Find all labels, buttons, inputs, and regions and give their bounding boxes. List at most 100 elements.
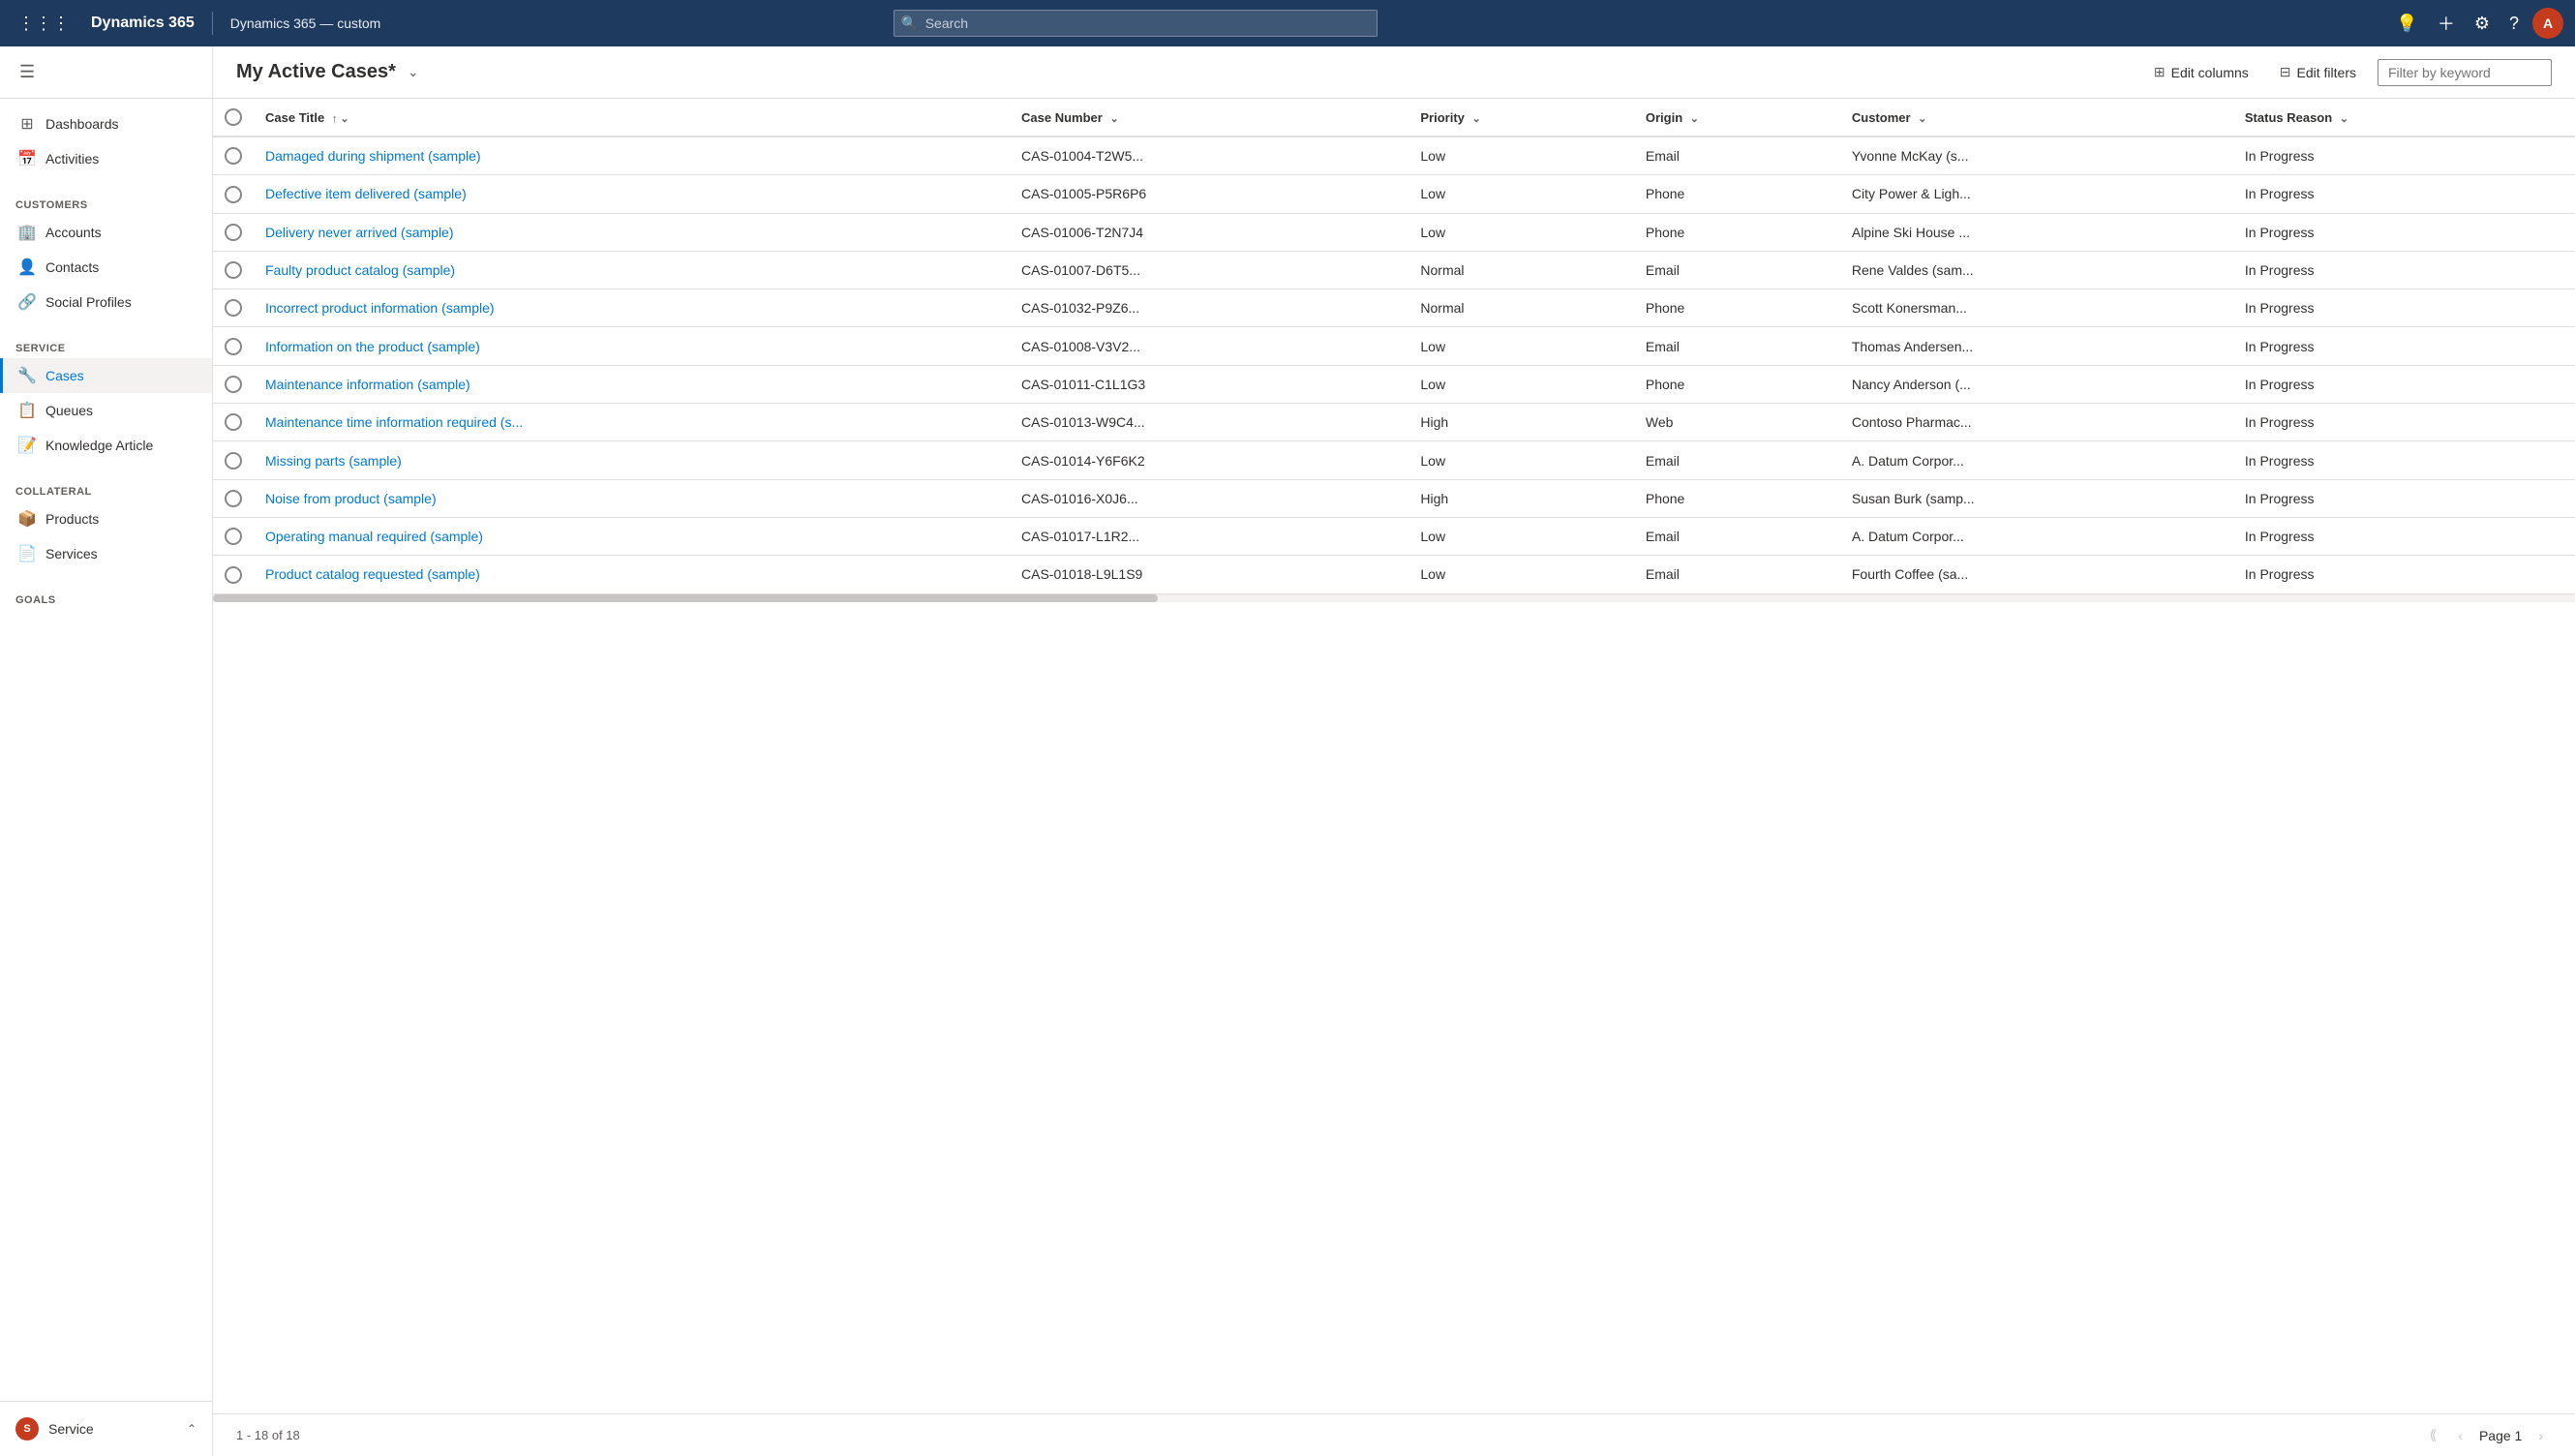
scroll-thumb[interactable] [213,594,1158,602]
sidebar-item-dashboards[interactable]: ⊞ Dashboards [0,106,212,141]
lightbulb-icon-button[interactable]: 💡 [2390,8,2423,40]
row-checkbox-cell[interactable] [213,556,254,593]
sidebar-item-knowledge-article[interactable]: 📝 Knowledge Article [0,428,212,463]
col-case-number[interactable]: Case Number ⌄ [1010,99,1409,136]
table-row[interactable]: Damaged during shipment (sample) CAS-010… [213,136,2575,175]
sidebar-label-services: Services [45,546,98,561]
prev-page-button[interactable]: ‹ [2449,1423,2471,1448]
sidebar-item-activities[interactable]: 📅 Activities [0,141,212,176]
cases-icon: 🔧 [18,366,36,385]
cell-status-reason: In Progress [2233,517,2575,555]
app-grid-icon[interactable]: ⋮⋮⋮ [12,8,76,40]
sidebar-bottom-service[interactable]: S Service ⌃ [0,1410,212,1448]
cell-case-number: CAS-01013-W9C4... [1010,404,1409,441]
cell-priority: Low [1409,175,1633,213]
cell-case-number: CAS-01005-P5R6P6 [1010,175,1409,213]
row-checkbox[interactable] [225,224,242,241]
row-checkbox[interactable] [225,413,242,431]
filter-keyword-input[interactable] [2378,59,2552,86]
app-name: Dynamics 365 — custom [230,15,381,31]
sidebar-label-dashboards: Dashboards [45,116,119,132]
select-all-checkbox[interactable] [225,108,242,126]
col-case-title[interactable]: Case Title ↑ ⌄ [254,99,1010,136]
row-checkbox-cell[interactable] [213,136,254,175]
social-profiles-icon: 🔗 [18,292,36,312]
row-checkbox[interactable] [225,452,242,470]
row-checkbox-cell[interactable] [213,213,254,251]
select-all-header[interactable] [213,99,254,136]
cell-status-reason: In Progress [2233,479,2575,517]
row-checkbox-cell[interactable] [213,479,254,517]
row-checkbox-cell[interactable] [213,441,254,479]
sidebar-item-contacts[interactable]: 👤 Contacts [0,250,212,285]
row-checkbox[interactable] [225,528,242,545]
cell-case-number: CAS-01011-C1L1G3 [1010,365,1409,403]
row-checkbox[interactable] [225,261,242,279]
row-checkbox[interactable] [225,299,242,317]
col-customer[interactable]: Customer ⌄ [1840,99,2233,136]
cell-customer: City Power & Ligh... [1840,175,2233,213]
row-checkbox[interactable] [225,186,242,203]
cell-customer: Alpine Ski House ... [1840,213,2233,251]
first-page-button[interactable]: ⟪ [2420,1422,2445,1448]
edit-columns-button[interactable]: ⊞ Edit columns [2144,58,2258,86]
sidebar-item-products[interactable]: 📦 Products [0,501,212,536]
cell-case-title: Maintenance information (sample) [254,365,1010,403]
row-checkbox-cell[interactable] [213,517,254,555]
global-search-input[interactable] [894,10,1378,37]
cell-customer: A. Datum Corpor... [1840,517,2233,555]
table-row[interactable]: Defective item delivered (sample) CAS-01… [213,175,2575,213]
cell-case-number: CAS-01017-L1R2... [1010,517,1409,555]
sidebar-menu-button[interactable]: ☰ [15,58,39,86]
sidebar-label-accounts: Accounts [45,225,102,240]
sidebar-item-queues[interactable]: 📋 Queues [0,393,212,428]
table-row[interactable]: Delivery never arrived (sample) CAS-0100… [213,213,2575,251]
cell-status-reason: In Progress [2233,136,2575,175]
row-checkbox[interactable] [225,376,242,393]
settings-icon-button[interactable]: ⚙ [2469,8,2496,40]
table-row[interactable]: Faulty product catalog (sample) CAS-0100… [213,251,2575,288]
cell-customer: Scott Konersman... [1840,289,2233,327]
table-row[interactable]: Missing parts (sample) CAS-01014-Y6F6K2 … [213,441,2575,479]
sidebar-item-social-profiles[interactable]: 🔗 Social Profiles [0,285,212,319]
cell-origin: Email [1634,251,1840,288]
table-row[interactable]: Information on the product (sample) CAS-… [213,327,2575,365]
cell-case-title: Operating manual required (sample) [254,517,1010,555]
table-row[interactable]: Operating manual required (sample) CAS-0… [213,517,2575,555]
sidebar-label-cases: Cases [45,368,84,383]
col-origin[interactable]: Origin ⌄ [1634,99,1840,136]
sidebar-item-services[interactable]: 📄 Services [0,536,212,571]
table-row[interactable]: Maintenance time information required (s… [213,404,2575,441]
edit-filters-button[interactable]: ⊟ Edit filters [2270,58,2366,86]
section-label-goals: Goals [0,587,212,610]
row-checkbox[interactable] [225,490,242,507]
title-dropdown-button[interactable]: ⌄ [404,60,423,84]
sidebar-item-accounts[interactable]: 🏢 Accounts [0,215,212,250]
row-checkbox-cell[interactable] [213,175,254,213]
horizontal-scrollbar[interactable] [213,594,2575,602]
table-row[interactable]: Product catalog requested (sample) CAS-0… [213,556,2575,593]
cell-customer: Susan Burk (samp... [1840,479,2233,517]
sidebar-top: ☰ [0,46,212,99]
edit-columns-label: Edit columns [2171,65,2249,80]
row-checkbox[interactable] [225,338,242,355]
row-checkbox-cell[interactable] [213,251,254,288]
table-row[interactable]: Maintenance information (sample) CAS-010… [213,365,2575,403]
row-checkbox-cell[interactable] [213,289,254,327]
add-icon-button[interactable]: ＋ [2432,5,2461,42]
row-checkbox[interactable] [225,566,242,584]
col-priority[interactable]: Priority ⌄ [1409,99,1633,136]
user-avatar[interactable]: A [2532,8,2563,39]
section-label-service: Service [0,335,212,358]
next-page-button[interactable]: › [2530,1423,2552,1448]
row-checkbox-cell[interactable] [213,327,254,365]
table-row[interactable]: Incorrect product information (sample) C… [213,289,2575,327]
row-checkbox-cell[interactable] [213,365,254,403]
row-checkbox-cell[interactable] [213,404,254,441]
row-checkbox[interactable] [225,147,242,165]
main-layout: ☰ ⊞ Dashboards 📅 Activities Customers 🏢 … [0,46,2575,1456]
sidebar-item-cases[interactable]: 🔧 Cases [0,358,212,393]
table-row[interactable]: Noise from product (sample) CAS-01016-X0… [213,479,2575,517]
col-status-reason[interactable]: Status Reason ⌄ [2233,99,2575,136]
help-icon-button[interactable]: ? [2503,8,2525,40]
